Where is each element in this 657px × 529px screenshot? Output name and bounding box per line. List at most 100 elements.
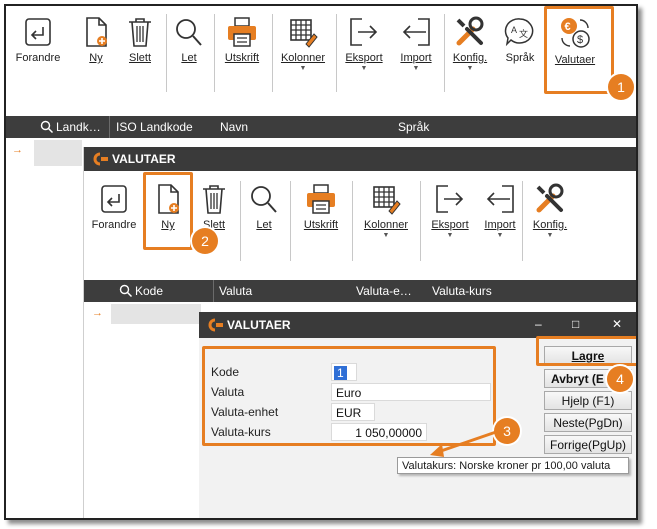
column-header-valuta-kurs[interactable]: Valuta-kurs [432, 284, 492, 298]
help-button[interactable]: Hjelp (F1) [544, 391, 632, 410]
callout-badge-1: 1 [608, 74, 634, 100]
callout-arrow [430, 430, 497, 457]
edit-icon [101, 185, 127, 213]
column-header-valuta-enhet[interactable]: Valuta-e… [356, 284, 412, 298]
toolbar-separator [444, 14, 445, 92]
language-icon: A文 [504, 18, 534, 47]
edit-icon [25, 18, 51, 46]
toolbar-ny-label: Ny [89, 52, 103, 64]
search-icon [40, 120, 54, 134]
export-icon [350, 18, 378, 46]
win-toolbar-let-label: Let [256, 219, 272, 231]
win-toolbar-utskrift-button[interactable]: Utskrift [296, 183, 346, 231]
chevron-down-icon: ▼ [446, 232, 454, 239]
chevron-down-icon: ▼ [466, 65, 474, 72]
toolbar-eksport-button[interactable]: Eksport ▼ [340, 16, 388, 72]
screenshot-frame: Forandre Ny Slett Let Utskrift Kolonner … [4, 4, 638, 520]
main-grid-header: Landk… ISO Landkode Navn Språk [6, 116, 636, 138]
row-pointer-arrow-icon: → [12, 144, 23, 156]
search-icon [176, 19, 202, 46]
toolbar-kolonner-button[interactable]: Kolonner ▼ [276, 16, 330, 72]
currencies-window-titlebar: VALUTAER [84, 147, 636, 171]
columns-icon [373, 186, 401, 215]
column-header-sprak[interactable]: Språk [398, 120, 429, 134]
toolbar-konfig-button[interactable]: Konfig. ▼ [448, 16, 492, 72]
win-toolbar-kolonner-button[interactable]: Kolonner ▼ [358, 183, 414, 239]
row-selection-band [111, 304, 201, 324]
svg-text:文: 文 [519, 28, 528, 39]
maximize-button[interactable]: □ [572, 317, 579, 331]
toolbar-slett-label: Slett [128, 52, 151, 64]
toolbar-import-button[interactable]: Import ▼ [394, 16, 438, 72]
next-button[interactable]: Neste(PgDn) [544, 413, 632, 432]
printer-icon [228, 17, 256, 47]
toolbar-separator [272, 14, 273, 92]
column-header-kode[interactable]: Kode [135, 284, 163, 298]
toolbar-forandre-button[interactable]: Forandre [12, 16, 64, 64]
help-label: Hjelp (F1) [561, 394, 615, 408]
toolbar-sprak-button[interactable]: A文 Språk [500, 16, 540, 64]
search-icon [119, 284, 133, 298]
trash-icon [203, 185, 225, 214]
search-icon [251, 186, 277, 213]
win-toolbar-import-label: Import [484, 219, 516, 231]
toolbar-separator [522, 181, 523, 261]
toolbar-kolonner-label: Kolonner [280, 52, 326, 64]
prev-label: Forrige(PgUp) [549, 438, 627, 452]
callout-badge-4: 4 [607, 366, 633, 392]
toolbar-konfig-label: Konfig. [452, 52, 488, 64]
win-toolbar-forandre-button[interactable]: Forandre [88, 183, 140, 231]
win-toolbar-forandre-label: Forandre [91, 219, 137, 231]
win-toolbar-utskrift-label: Utskrift [303, 219, 339, 231]
callout-box-ny [143, 172, 193, 250]
edit-dialog-title: VALUTAER [227, 318, 291, 332]
chevron-down-icon: ▼ [412, 65, 420, 72]
tools-icon [456, 16, 484, 46]
toolbar-slett-button[interactable]: Slett [120, 16, 160, 64]
win-toolbar-let-button[interactable]: Let [244, 183, 284, 231]
toolbar-utskrift-button[interactable]: Utskrift [218, 16, 266, 64]
win-toolbar-konfig-button[interactable]: Konfig. ▼ [528, 183, 572, 239]
toolbar-let-label: Let [181, 52, 197, 64]
minimize-button[interactable]: – [535, 317, 542, 331]
toolbar-ny-button[interactable]: Ny [76, 16, 116, 64]
close-button[interactable]: ✕ [612, 317, 622, 331]
toolbar-separator [290, 181, 291, 261]
row-pointer-arrow-icon: → [92, 307, 103, 319]
trash-icon [129, 18, 151, 47]
toolbar-separator [214, 14, 215, 92]
cancel-label: Avbryt (E [551, 372, 604, 386]
chevron-down-icon: ▼ [299, 65, 307, 72]
toolbar-sprak-label: Språk [505, 52, 535, 64]
column-header-iso-landkode[interactable]: ISO Landkode [116, 120, 193, 134]
callout-badge-2: 2 [192, 228, 218, 254]
main-toolbar: Forandre Ny Slett Let Utskrift Kolonner … [6, 6, 636, 116]
toolbar-separator [420, 181, 421, 261]
toolbar-eksport-label: Eksport [345, 52, 383, 64]
chevron-down-icon: ▼ [382, 232, 390, 239]
currencies-window-title: VALUTAER [112, 152, 176, 166]
edit-dialog-titlebar: VALUTAER – □ ✕ [199, 312, 636, 338]
toolbar-separator [240, 181, 241, 261]
next-label: Neste(PgDn) [553, 416, 623, 430]
toolbar-separator [352, 181, 353, 261]
column-header-navn[interactable]: Navn [220, 120, 248, 134]
toolbar-separator [336, 14, 337, 92]
column-header-valuta[interactable]: Valuta [219, 284, 252, 298]
callout-box-save [536, 336, 636, 366]
tools-icon [536, 183, 564, 213]
toolbar-let-button[interactable]: Let [170, 16, 208, 64]
columns-icon [290, 19, 318, 48]
win-toolbar-slett-button[interactable]: Slett [194, 183, 234, 231]
toolbar-utskrift-label: Utskrift [224, 52, 260, 64]
prev-button[interactable]: Forrige(PgUp) [544, 435, 632, 454]
svg-text:A: A [511, 25, 517, 35]
row-selection-band [34, 140, 82, 166]
column-divider [109, 116, 110, 138]
column-header-landkode[interactable]: Landk… [56, 120, 101, 134]
win-toolbar-eksport-button[interactable]: Eksport ▼ [426, 183, 474, 239]
win-toolbar-import-button[interactable]: Import ▼ [478, 183, 522, 239]
export-icon [436, 185, 464, 213]
printer-icon [307, 184, 335, 214]
import-icon [402, 18, 430, 46]
